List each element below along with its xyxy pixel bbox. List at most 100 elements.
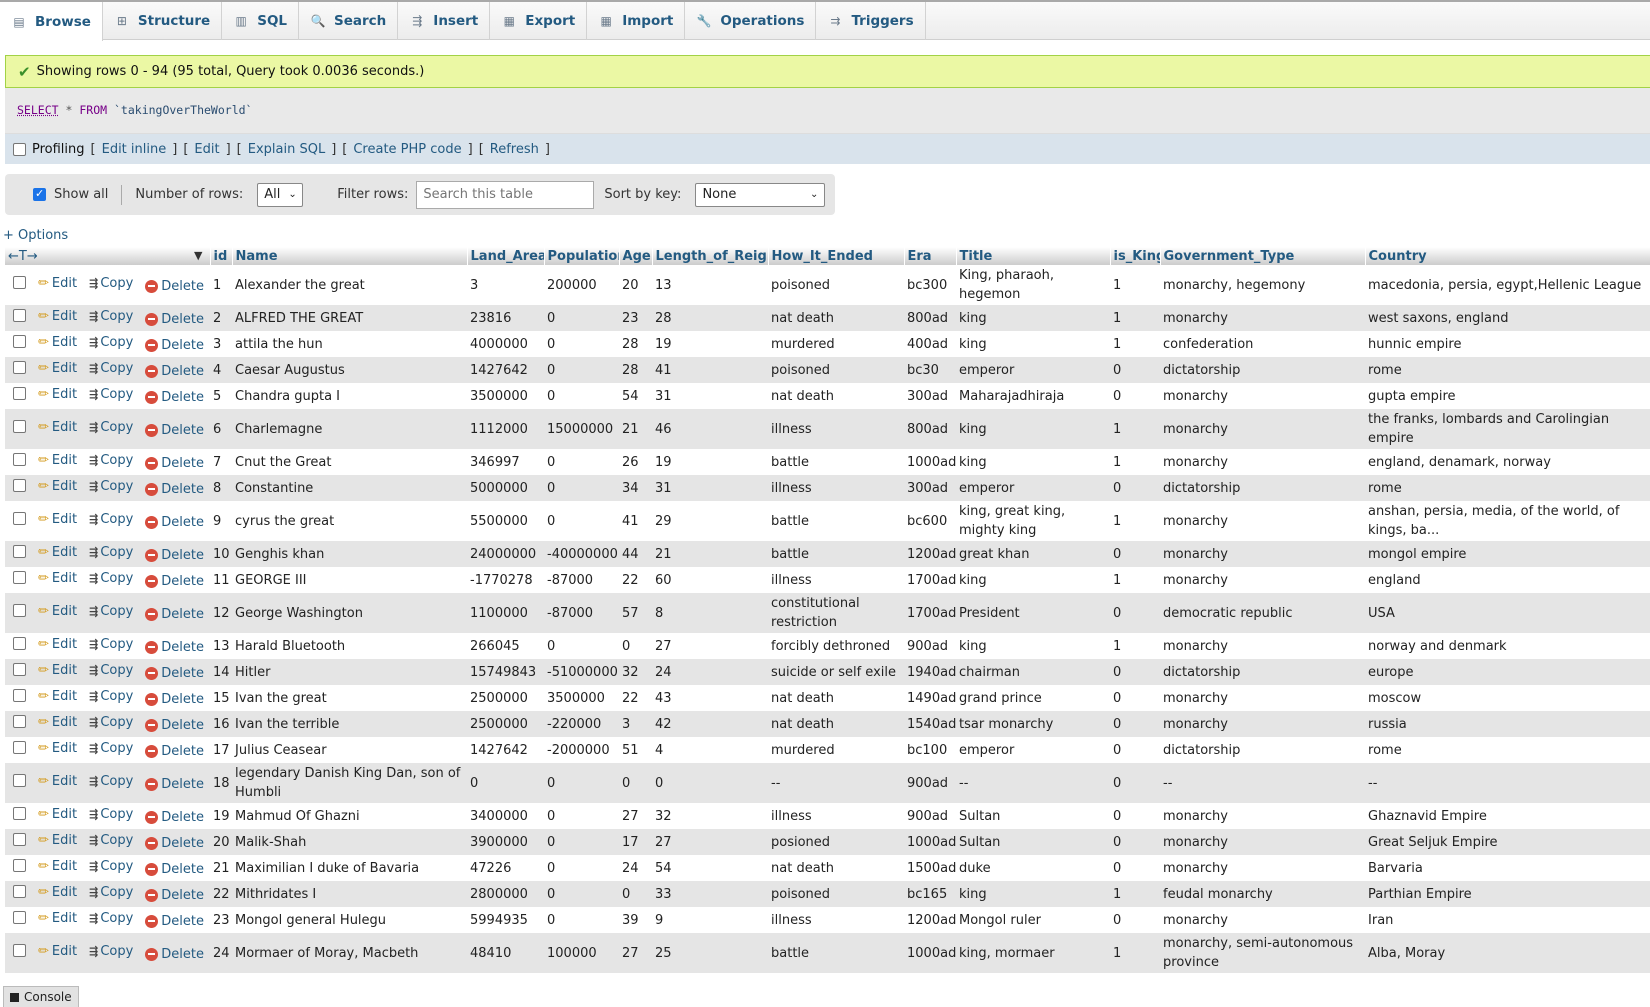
edit-button[interactable]: ✏ Edit (38, 831, 77, 850)
row-checkbox[interactable] (13, 662, 26, 676)
copy-button[interactable]: ⇶ Copy (89, 418, 133, 437)
row-checkbox[interactable] (13, 308, 26, 322)
copy-button[interactable]: ⇶ Copy (89, 661, 133, 680)
column-header-title[interactable]: Title (956, 247, 1111, 265)
column-header-country[interactable]: Country (1365, 247, 1650, 265)
edit-button[interactable]: ✏ Edit (38, 307, 77, 326)
edit-button[interactable]: ✏ Edit (38, 602, 77, 621)
row-checkbox[interactable] (13, 943, 26, 957)
copy-button[interactable]: ⇶ Copy (89, 569, 133, 588)
column-header-population[interactable]: Population (544, 247, 620, 265)
edit-button[interactable]: ✏ Edit (38, 477, 77, 496)
copy-button[interactable]: ⇶ Copy (89, 510, 133, 529)
row-checkbox[interactable] (13, 884, 26, 898)
delete-button[interactable]: Delete (145, 362, 204, 381)
delete-button[interactable]: Delete (145, 886, 204, 905)
sql-keyword-select[interactable]: SELECT (17, 103, 59, 117)
delete-button[interactable]: Delete (145, 336, 204, 355)
delete-button[interactable]: Delete (145, 277, 204, 296)
show-all-checkbox[interactable] (33, 187, 46, 201)
tab-browse[interactable]: ▤ Browse (0, 2, 103, 41)
column-header-era[interactable]: Era (904, 247, 957, 265)
edit-button[interactable]: ✏ Edit (38, 510, 77, 529)
row-checkbox[interactable] (13, 544, 26, 558)
row-checkbox[interactable] (13, 334, 26, 348)
column-resize-arrows[interactable]: ←T→ ▼ (5, 247, 211, 265)
profiling-link-edit[interactable]: Edit (194, 142, 219, 157)
edit-button[interactable]: ✏ Edit (38, 713, 77, 732)
edit-button[interactable]: ✏ Edit (38, 687, 77, 706)
copy-button[interactable]: ⇶ Copy (89, 602, 133, 621)
edit-button[interactable]: ✏ Edit (38, 451, 77, 470)
copy-button[interactable]: ⇶ Copy (89, 385, 133, 404)
row-checkbox[interactable] (13, 636, 26, 650)
edit-button[interactable]: ✏ Edit (38, 805, 77, 824)
delete-button[interactable]: Delete (145, 860, 204, 879)
delete-button[interactable]: Delete (145, 945, 204, 964)
delete-button[interactable]: Delete (145, 664, 204, 683)
delete-button[interactable]: Delete (145, 775, 204, 794)
delete-button[interactable]: Delete (145, 690, 204, 709)
tab-search[interactable]: 🔍 Search (299, 2, 399, 40)
copy-button[interactable]: ⇶ Copy (89, 274, 133, 293)
row-checkbox[interactable] (13, 511, 26, 525)
row-checkbox[interactable] (13, 740, 26, 754)
row-checkbox[interactable] (13, 688, 26, 702)
row-checkbox[interactable] (13, 714, 26, 728)
copy-button[interactable]: ⇶ Copy (89, 687, 133, 706)
tab-insert[interactable]: ⇶ Insert (398, 2, 491, 40)
row-checkbox[interactable] (13, 773, 26, 787)
delete-button[interactable]: Delete (145, 480, 204, 499)
delete-button[interactable]: Delete (145, 638, 204, 657)
delete-button[interactable]: Delete (145, 834, 204, 853)
row-checkbox[interactable] (13, 806, 26, 820)
edit-button[interactable]: ✏ Edit (38, 274, 77, 293)
delete-button[interactable]: Delete (145, 808, 204, 827)
profiling-link-refresh[interactable]: Refresh (490, 142, 539, 157)
copy-button[interactable]: ⇶ Copy (89, 942, 133, 961)
copy-button[interactable]: ⇶ Copy (89, 477, 133, 496)
copy-button[interactable]: ⇶ Copy (89, 333, 133, 352)
copy-button[interactable]: ⇶ Copy (89, 739, 133, 758)
copy-button[interactable]: ⇶ Copy (89, 359, 133, 378)
tab-export[interactable]: ▦ Export (490, 2, 588, 40)
edit-button[interactable]: ✏ Edit (38, 909, 77, 928)
column-header-name[interactable]: Name (232, 247, 468, 265)
copy-button[interactable]: ⇶ Copy (89, 543, 133, 562)
delete-button[interactable]: Delete (145, 742, 204, 761)
row-checkbox[interactable] (13, 603, 26, 617)
edit-button[interactable]: ✏ Edit (38, 883, 77, 902)
edit-button[interactable]: ✏ Edit (38, 569, 77, 588)
row-checkbox[interactable] (13, 570, 26, 584)
copy-button[interactable]: ⇶ Copy (89, 451, 133, 470)
copy-button[interactable]: ⇶ Copy (89, 883, 133, 902)
delete-button[interactable]: Delete (145, 421, 204, 440)
row-checkbox[interactable] (13, 386, 26, 400)
edit-button[interactable]: ✏ Edit (38, 661, 77, 680)
row-checkbox[interactable] (13, 858, 26, 872)
filter-rows-input[interactable]: Search this table (416, 180, 595, 209)
edit-button[interactable]: ✏ Edit (38, 543, 77, 562)
edit-button[interactable]: ✏ Edit (38, 333, 77, 352)
column-header-is_king[interactable]: is_King (1110, 247, 1161, 265)
sql-query[interactable]: SELECT * FROM `takingOverTheWorld` (17, 103, 252, 117)
profiling-link-explain-sql[interactable]: Explain SQL (248, 142, 325, 157)
copy-button[interactable]: ⇶ Copy (89, 909, 133, 928)
edit-button[interactable]: ✏ Edit (38, 857, 77, 876)
row-checkbox[interactable] (13, 275, 26, 289)
console-button[interactable]: Console (3, 986, 79, 1007)
edit-button[interactable]: ✏ Edit (38, 772, 77, 791)
delete-button[interactable]: Delete (145, 546, 204, 565)
profiling-link-create-php-code[interactable]: Create PHP code (353, 142, 461, 157)
delete-button[interactable]: Delete (145, 388, 204, 407)
column-header-age[interactable]: Age (619, 247, 653, 265)
column-header-government_type[interactable]: Government_Type (1160, 247, 1366, 265)
tab-structure[interactable]: ⊞ Structure (103, 2, 223, 40)
tab-import[interactable]: ▦ Import (587, 2, 686, 40)
edit-button[interactable]: ✏ Edit (38, 942, 77, 961)
row-checkbox[interactable] (13, 910, 26, 924)
column-header-length_of_reign[interactable]: Length_of_Reign (652, 247, 769, 265)
copy-button[interactable]: ⇶ Copy (89, 772, 133, 791)
chevron-down-icon[interactable]: ▼ (194, 249, 202, 262)
copy-button[interactable]: ⇶ Copy (89, 635, 133, 654)
